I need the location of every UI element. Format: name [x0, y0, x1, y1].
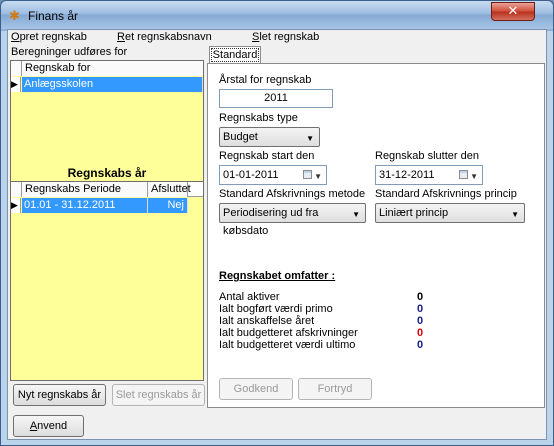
end-date-label: Regnskab slutter den — [375, 150, 479, 162]
approve-button[interactable]: Godkend — [219, 378, 293, 400]
summary-value-bogfoert-primo: 0 — [417, 303, 424, 315]
summary-label-vaerdi-ultimo: Ialt budgetteret værdi ultimo — [219, 339, 356, 351]
method-select[interactable]: Periodisering ud fra købsdato ▼ — [219, 203, 366, 237]
tab-standard[interactable]: Standard — [209, 46, 261, 64]
summary-label-afskrivninger: Ialt budgetteret afskrivninger — [219, 327, 358, 339]
chevron-down-icon[interactable]: ▼ — [314, 168, 322, 186]
closed-cell[interactable]: Nej — [148, 198, 188, 213]
menu-bar: Opret regnskab Ret regnskabsnavn Slet re… — [8, 30, 546, 46]
start-date-label: Regnskab start den — [219, 150, 315, 162]
apply-button-label: nvend — [37, 420, 68, 432]
apply-button[interactable]: Anvend — [13, 415, 84, 437]
window-title: Finans år — [28, 9, 79, 23]
summary-value-afskrivninger: 0 — [417, 327, 424, 339]
calendar-icon[interactable] — [459, 170, 468, 179]
close-button[interactable]: ✕ — [491, 2, 535, 21]
end-date-picker[interactable]: 31-12-2011 ▼ — [375, 165, 483, 185]
years-grid[interactable]: Regnskabs Periode Afsluttet ▶ 01.01 - 31… — [10, 181, 204, 381]
summary-label-bogfoert-primo: Ialt bogført værdi primo — [219, 303, 333, 315]
years-section-title: Regnskabs år — [67, 166, 147, 180]
new-year-button[interactable]: Nyt regnskabs år — [13, 384, 106, 406]
column-afsluttet[interactable]: Afsluttet — [148, 182, 191, 197]
chevron-down-icon: ▼ — [352, 210, 360, 219]
summary-value-anskaffelse: 0 — [417, 315, 424, 327]
chevron-down-icon[interactable]: ▼ — [470, 168, 478, 186]
chevron-down-icon: ▼ — [306, 134, 314, 143]
summary-title: Regnskabet omfatter : — [219, 270, 336, 282]
undo-button[interactable]: Fortryd — [298, 378, 372, 400]
principle-select[interactable]: Liniært princip ▼ — [375, 203, 525, 223]
years-grid-header: Regnskabs Periode Afsluttet — [11, 182, 203, 197]
column-regnskab-for[interactable]: Regnskab for — [22, 61, 203, 76]
start-date-picker[interactable]: 01-01-2011 ▼ — [219, 165, 327, 185]
chevron-down-icon: ▼ — [511, 210, 519, 219]
row-indicator-icon: ▶ — [11, 77, 21, 92]
column-regnskabs-periode[interactable]: Regnskabs Periode — [22, 182, 148, 197]
year-field[interactable]: 2011 — [219, 89, 333, 108]
year-label: Årstal for regnskab — [219, 74, 312, 86]
client-area: Opret regnskab Ret regnskabsnavn Slet re… — [7, 29, 547, 440]
table-row[interactable]: ▶ Anlægsskolen — [11, 77, 203, 92]
standard-tab-panel: Årstal for regnskab 2011 Regnskabs type … — [207, 63, 545, 408]
summary-label-aktiver: Antal aktiver — [219, 291, 280, 303]
period-cell[interactable]: 01.01 - 31.12.2011 — [22, 198, 148, 213]
account-name-cell[interactable]: Anlægsskolen — [22, 77, 203, 92]
menu-opret-regnskab[interactable]: Opret regnskab — [11, 31, 87, 43]
accounts-grid-header: Regnskab for — [11, 61, 203, 76]
menu-ret-regnskabsnavn[interactable]: Ret regnskabsnavn — [117, 31, 212, 43]
type-label: Regnskabs type — [219, 112, 298, 124]
calendar-icon[interactable] — [303, 170, 312, 179]
table-row[interactable]: ▶ 01.01 - 31.12.2011 Nej — [11, 198, 188, 213]
finans-aar-window: ✱ Finans år ✕ Opret regnskab Ret regnska… — [0, 0, 554, 446]
left-panel-caption: Beregninger udføres for — [11, 46, 128, 58]
app-icon: ✱ — [9, 8, 20, 23]
summary-value-aktiver: 0 — [417, 291, 424, 303]
method-label: Standard Afskrivnings metode — [219, 188, 366, 200]
row-indicator-icon: ▶ — [11, 198, 21, 213]
summary-value-vaerdi-ultimo: 0 — [417, 339, 424, 351]
menu-slet-regnskab[interactable]: Slet regnskab — [252, 31, 319, 43]
principle-label: Standard Afskrivnings princip — [375, 188, 517, 200]
title-bar[interactable]: ✱ Finans år ✕ — [1, 1, 553, 29]
summary-label-anskaffelse: Ialt anskaffelse året — [219, 315, 315, 327]
delete-year-button[interactable]: Slet regnskabs år — [112, 384, 205, 406]
type-select[interactable]: Budget ▼ — [219, 127, 320, 147]
